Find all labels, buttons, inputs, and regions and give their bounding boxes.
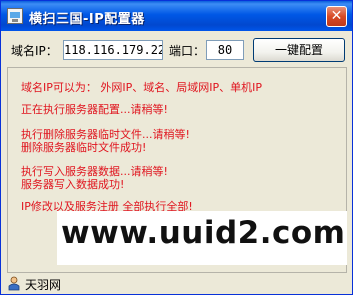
log-line: 域名IP可以为： 外网IP、域名、局域网IP、单机IP [21,81,263,94]
port-input[interactable] [206,40,244,60]
log-line: 服务器写入数据成功! [21,178,125,191]
title-bar[interactable]: 横扫三国-IP配置器 ✕ [1,1,352,31]
app-window: 横扫三国-IP配置器 ✕ 域名IP： 端口： 一键配置 域名IP可以为： 外网I… [0,0,353,295]
watermark-text: www.uuid2.com [61,215,346,251]
port-label: 端口： [169,44,206,58]
config-toolbar: 域名IP： 端口： 一键配置 [1,31,352,67]
ip-label: 域名IP： [11,44,58,58]
one-click-configure-button[interactable]: 一键配置 [253,38,345,62]
close-icon: ✕ [330,8,343,24]
log-line: 删除服务器临时文件成功! [21,141,147,154]
log-line: 正在执行服务器配置...请稍等! [21,103,168,116]
person-icon [8,276,20,291]
app-icon [7,8,23,24]
close-button[interactable]: ✕ [326,6,347,27]
status-text: 天羽网 [25,278,62,292]
watermark-overlay: www.uuid2.com [57,211,347,265]
status-bar: 天羽网 [1,273,352,294]
window-title: 横扫三国-IP配置器 [29,12,145,27]
ip-input[interactable] [63,40,163,60]
